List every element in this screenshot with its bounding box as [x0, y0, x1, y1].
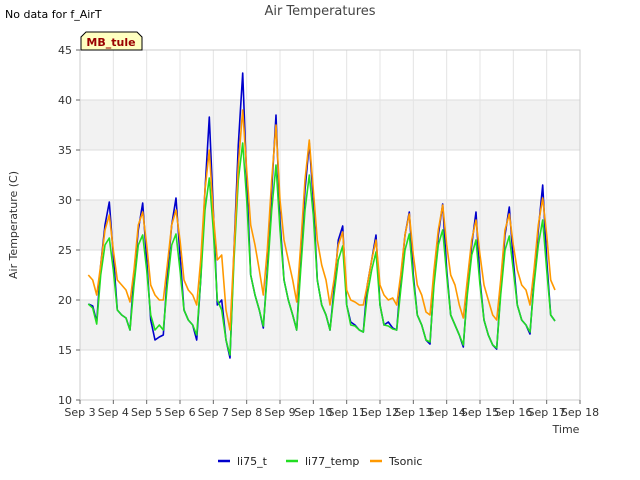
x-tick-label: Sep 18 [561, 406, 599, 419]
y-axis-label: Air Temperature (C) [7, 171, 20, 279]
site-badge-label: MB_tule [86, 36, 135, 49]
x-axis-label: Time [552, 423, 580, 436]
no-data-note: No data for f_AirT [5, 8, 102, 21]
y-tick-label: 20 [58, 294, 72, 307]
legend-label-li77_temp: li77_temp [305, 455, 359, 468]
y-axis-ticks: 1015202530354045 [58, 44, 80, 407]
legend: li75_t li77_temp Tsonic [218, 455, 422, 468]
x-axis-ticks: Sep 3 Sep 4 Sep 5 Sep 6 Sep 7 Sep 8 Sep 9 Sep 1… [64, 400, 599, 419]
chart-title: Air Temperatures [264, 4, 375, 19]
chart-figure: 1015202530354045 Sep 3 Sep 4 Sep 5 Sep 6 Sep… [5, 4, 599, 468]
site-badge: MB_tule [80, 31, 143, 51]
legend-label-Tsonic: Tsonic [388, 455, 422, 468]
x-tick-label: Sep 5 [131, 406, 162, 419]
x-tick-label: Sep 4 [98, 406, 129, 419]
y-tick-label: 30 [58, 194, 72, 207]
x-tick-label: Sep 8 [231, 406, 262, 419]
x-tick-label: Sep 7 [198, 406, 229, 419]
x-tick-label: Sep 6 [164, 406, 195, 419]
legend-label-li75_t: li75_t [237, 455, 268, 468]
x-tick-label: Sep 9 [264, 406, 295, 419]
y-tick-label: 15 [58, 344, 72, 357]
x-tick-label: Sep 3 [64, 406, 95, 419]
y-tick-label: 40 [58, 94, 72, 107]
plot-background-bands [80, 50, 580, 400]
y-tick-label: 35 [58, 144, 72, 157]
y-tick-label: 25 [58, 244, 72, 257]
plot-band [80, 100, 580, 150]
y-tick-label: 45 [58, 44, 72, 57]
